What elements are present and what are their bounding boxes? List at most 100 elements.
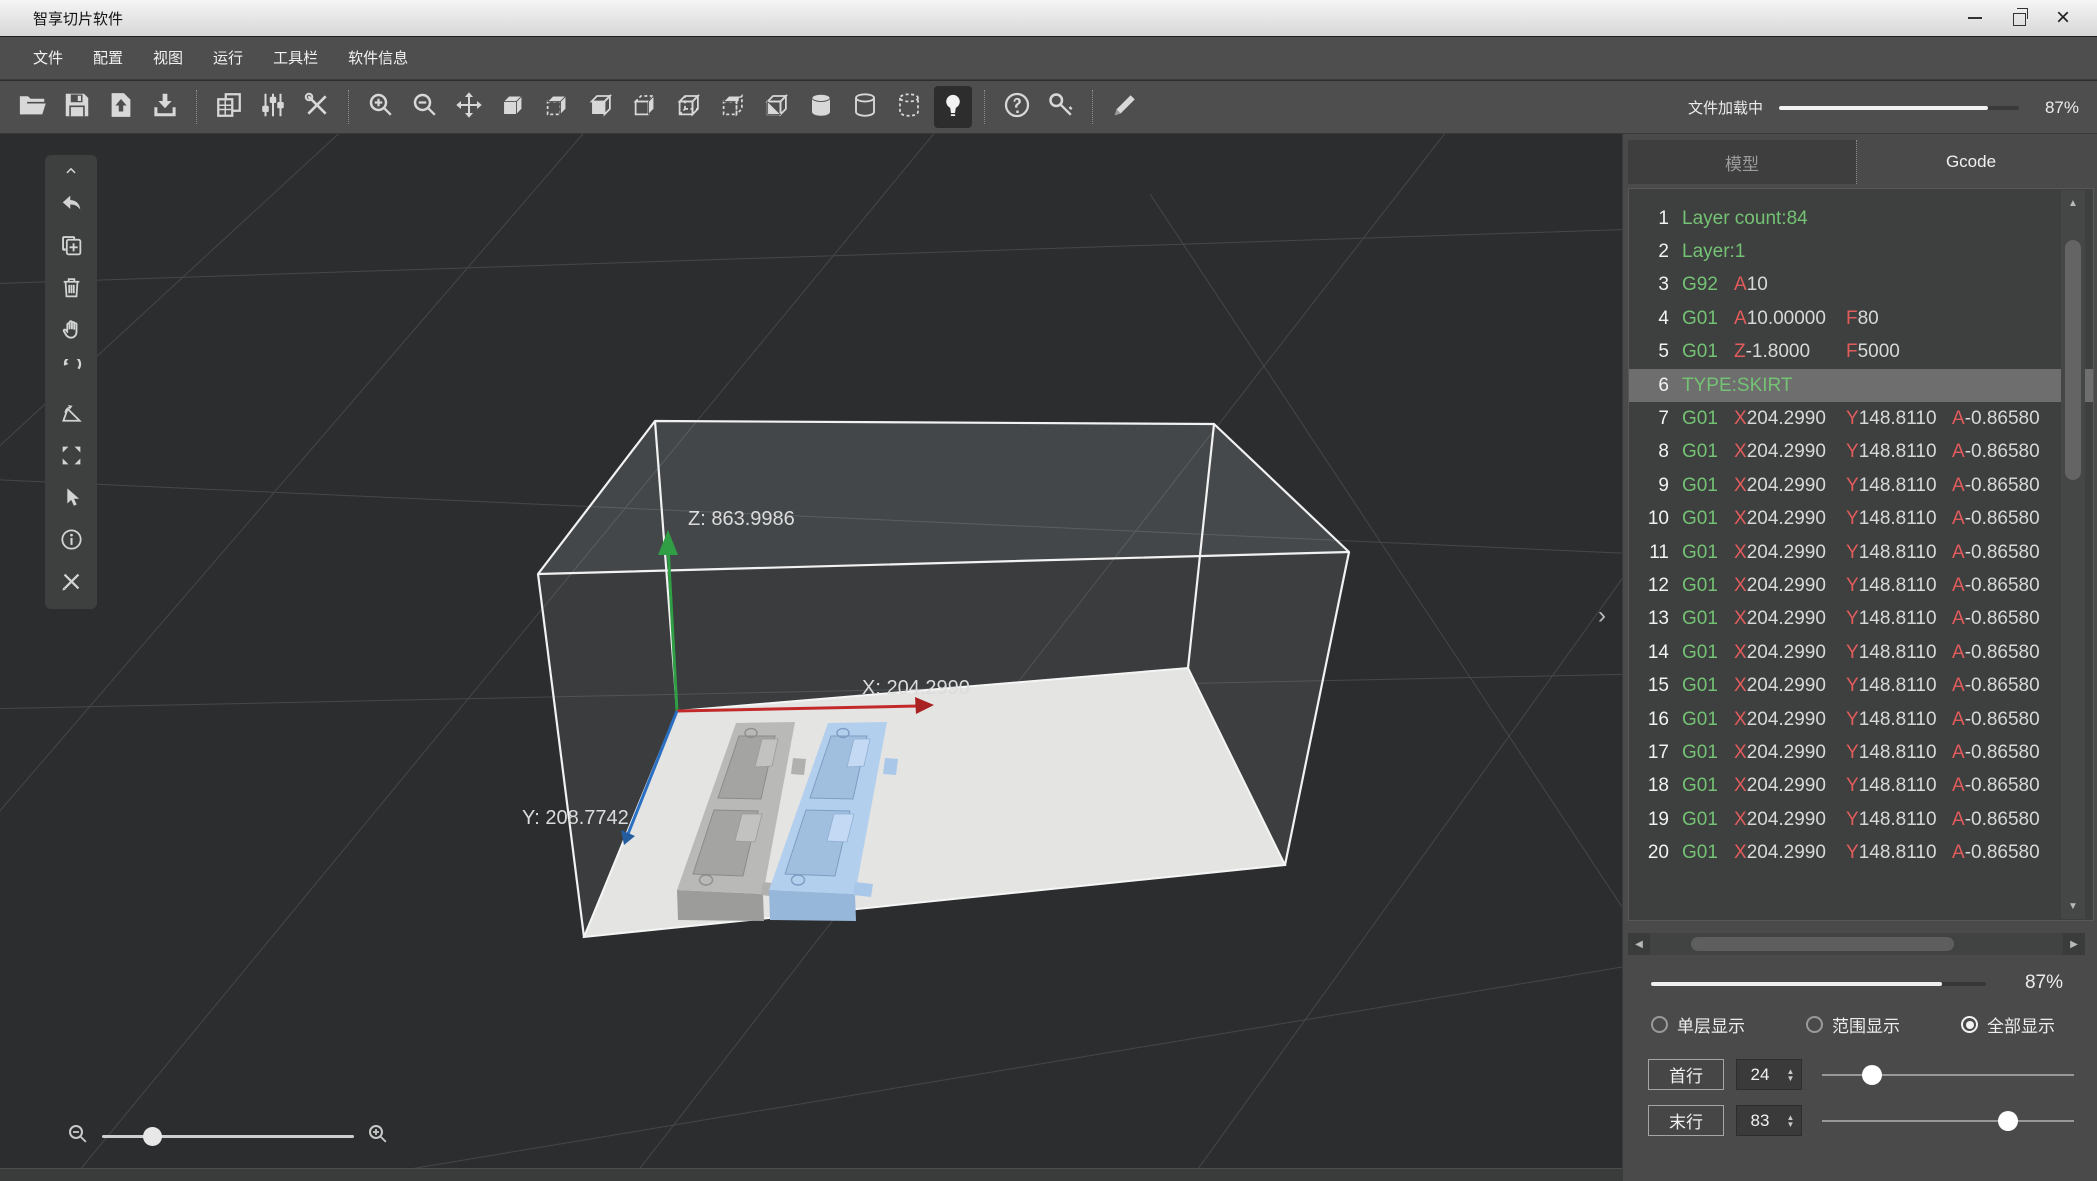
view-right-button[interactable] bbox=[626, 86, 664, 128]
spinner-arrows-icon[interactable]: ▲▼ bbox=[1783, 1114, 1801, 1128]
radio-single-layer[interactable]: 单层显示 bbox=[1651, 1012, 1745, 1037]
gcode-vertical-scrollbar[interactable]: ▲ ▼ bbox=[2061, 190, 2085, 919]
gcode-line-11[interactable]: 11G01X204.2990Y148.8110A-0.86580 bbox=[1629, 536, 2093, 569]
last-line-button[interactable]: 末行 bbox=[1648, 1105, 1724, 1136]
radio-range[interactable]: 范围显示 bbox=[1806, 1012, 1900, 1037]
export-gcode-button[interactable] bbox=[146, 86, 184, 128]
gcode-line-14[interactable]: 14G01X204.2990Y148.8110A-0.86580 bbox=[1629, 636, 2093, 669]
gcode-line-20[interactable]: 20G01X204.2990Y148.8110A-0.86580 bbox=[1629, 836, 2093, 869]
gcode-line-5[interactable]: 5G01Z-1.8000F5000 bbox=[1629, 336, 2093, 369]
tab-model[interactable]: 模型 bbox=[1628, 140, 1856, 184]
radio-all[interactable]: 全部显示 bbox=[1961, 1012, 2055, 1037]
scroll-left-icon[interactable]: ◀ bbox=[1628, 933, 1650, 955]
zoom-in-icon[interactable] bbox=[366, 1122, 390, 1151]
last-line-slider[interactable] bbox=[1822, 1105, 2074, 1136]
gcode-line-4[interactable]: 4G01A10.00000F80 bbox=[1629, 302, 2093, 335]
zoom-in-button[interactable] bbox=[362, 86, 400, 128]
minimize-button[interactable] bbox=[1953, 0, 1997, 36]
adjust-sliders-button[interactable] bbox=[254, 86, 292, 128]
last-line-slider-knob[interactable] bbox=[1998, 1111, 2018, 1131]
first-line-slider[interactable] bbox=[1822, 1059, 2074, 1090]
gcode-line-13[interactable]: 13G01X204.2990Y148.8110A-0.86580 bbox=[1629, 603, 2093, 636]
gcode-line-2[interactable]: 2Layer:1 bbox=[1629, 235, 2093, 268]
vertical-scroll-thumb[interactable] bbox=[2065, 240, 2081, 480]
last-line-spinner[interactable]: 83▲▼ bbox=[1736, 1105, 1802, 1136]
gcode-line-3[interactable]: 3G92A10 bbox=[1629, 269, 2093, 302]
delete-button[interactable] bbox=[45, 269, 97, 311]
cylinder-solid-button[interactable] bbox=[802, 86, 840, 128]
batch-copy-button[interactable] bbox=[210, 86, 248, 128]
menu-file[interactable]: 文件 bbox=[18, 37, 78, 80]
gcode-line-8[interactable]: 8G01X204.2990Y148.8110A-0.86580 bbox=[1629, 436, 2093, 469]
spinner-arrows-icon[interactable]: ▲▼ bbox=[1783, 1068, 1801, 1082]
gcode-line-7[interactable]: 7G01X204.2990Y148.8110A-0.86580 bbox=[1629, 402, 2093, 435]
view-solid-button[interactable] bbox=[494, 86, 532, 128]
menu-view[interactable]: 视图 bbox=[138, 37, 198, 80]
annotate-button[interactable] bbox=[1106, 86, 1144, 128]
scene-canvas[interactable]: Z: 863.9986 X: 204.2990 Y: 208.7742 bbox=[0, 134, 1622, 1181]
view-back-button[interactable] bbox=[538, 86, 576, 128]
gcode-horizontal-scrollbar[interactable]: ◀ ▶ bbox=[1628, 933, 2085, 955]
gcode-line-18[interactable]: 18G01X204.2990Y148.8110A-0.86580 bbox=[1629, 770, 2093, 803]
keygen-button[interactable] bbox=[1042, 86, 1080, 128]
duplicate-button[interactable] bbox=[45, 227, 97, 269]
rotate-button[interactable] bbox=[45, 353, 97, 395]
view-top-button[interactable] bbox=[714, 86, 752, 128]
gcode-list[interactable]: 1Layer count:842Layer:13G92A104G01A10.00… bbox=[1628, 188, 2094, 921]
panel-collapse-chevron-icon[interactable]: › bbox=[1598, 604, 1606, 628]
gcode-field: A-0.86580 bbox=[1952, 742, 2040, 764]
tab-gcode[interactable]: Gcode bbox=[1856, 140, 2085, 184]
view-wireframe-button[interactable] bbox=[670, 86, 708, 128]
mirror-button[interactable] bbox=[45, 395, 97, 437]
horizontal-scroll-track[interactable] bbox=[1650, 933, 2063, 955]
folder-open-button[interactable] bbox=[14, 86, 52, 128]
view-cut-button[interactable] bbox=[758, 86, 796, 128]
repair-button[interactable] bbox=[45, 563, 97, 605]
view-front-button[interactable] bbox=[582, 86, 620, 128]
gcode-line-16[interactable]: 16G01X204.2990Y148.8110A-0.86580 bbox=[1629, 703, 2093, 736]
gcode-line-19[interactable]: 19G01X204.2990Y148.8110A-0.86580 bbox=[1629, 803, 2093, 836]
undo-button[interactable] bbox=[45, 185, 97, 227]
gcode-field: Y148.8110 bbox=[1846, 408, 1952, 430]
scroll-right-icon[interactable]: ▶ bbox=[2063, 933, 2085, 955]
menu-about[interactable]: 软件信息 bbox=[333, 37, 423, 80]
first-line-button[interactable]: 首行 bbox=[1648, 1059, 1724, 1090]
import-model-button[interactable] bbox=[102, 86, 140, 128]
collapse-up-button[interactable] bbox=[45, 159, 97, 185]
close-button[interactable]: × bbox=[2041, 0, 2085, 36]
horizontal-scroll-thumb[interactable] bbox=[1691, 937, 1954, 951]
gcode-line-17[interactable]: 17G01X204.2990Y148.8110A-0.86580 bbox=[1629, 736, 2093, 769]
first-line-spinner[interactable]: 24▲▼ bbox=[1736, 1059, 1802, 1090]
light-bulb-button[interactable] bbox=[934, 86, 972, 128]
help-button[interactable] bbox=[998, 86, 1036, 128]
tools-button[interactable] bbox=[298, 86, 336, 128]
fit-view-button[interactable] bbox=[45, 437, 97, 479]
viewport-3d[interactable]: Z: 863.9986 X: 204.2990 Y: 208.7742 › bbox=[0, 134, 1622, 1181]
scroll-up-icon[interactable]: ▲ bbox=[2061, 192, 2085, 214]
gcode-line-6[interactable]: 6TYPE:SKIRT bbox=[1629, 369, 2093, 402]
zoom-slider-knob[interactable] bbox=[143, 1127, 162, 1146]
gcode-field: Y148.8110 bbox=[1846, 742, 1952, 764]
menu-run[interactable]: 运行 bbox=[198, 37, 258, 80]
menu-config[interactable]: 配置 bbox=[78, 37, 138, 80]
menu-toolbar[interactable]: 工具栏 bbox=[258, 37, 333, 80]
cylinder-wire-button[interactable] bbox=[846, 86, 884, 128]
scroll-down-icon[interactable]: ▼ bbox=[2061, 895, 2085, 917]
info-button[interactable] bbox=[45, 521, 97, 563]
gcode-line-12[interactable]: 12G01X204.2990Y148.8110A-0.86580 bbox=[1629, 569, 2093, 602]
cylinder-dash-button[interactable] bbox=[890, 86, 928, 128]
gcode-line-9[interactable]: 9G01X204.2990Y148.8110A-0.86580 bbox=[1629, 469, 2093, 502]
zoom-out-button[interactable] bbox=[406, 86, 444, 128]
move-button[interactable] bbox=[450, 86, 488, 128]
zoom-control bbox=[66, 1122, 390, 1151]
select-button[interactable] bbox=[45, 479, 97, 521]
zoom-out-icon[interactable] bbox=[66, 1122, 90, 1151]
pan-button[interactable] bbox=[45, 311, 97, 353]
restore-button[interactable] bbox=[1997, 0, 2041, 36]
gcode-line-1[interactable]: 1Layer count:84 bbox=[1629, 202, 2093, 235]
save-button[interactable] bbox=[58, 86, 96, 128]
gcode-line-15[interactable]: 15G01X204.2990Y148.8110A-0.86580 bbox=[1629, 669, 2093, 702]
first-line-slider-knob[interactable] bbox=[1862, 1065, 1882, 1085]
zoom-slider[interactable] bbox=[102, 1135, 354, 1138]
gcode-line-10[interactable]: 10G01X204.2990Y148.8110A-0.86580 bbox=[1629, 503, 2093, 536]
